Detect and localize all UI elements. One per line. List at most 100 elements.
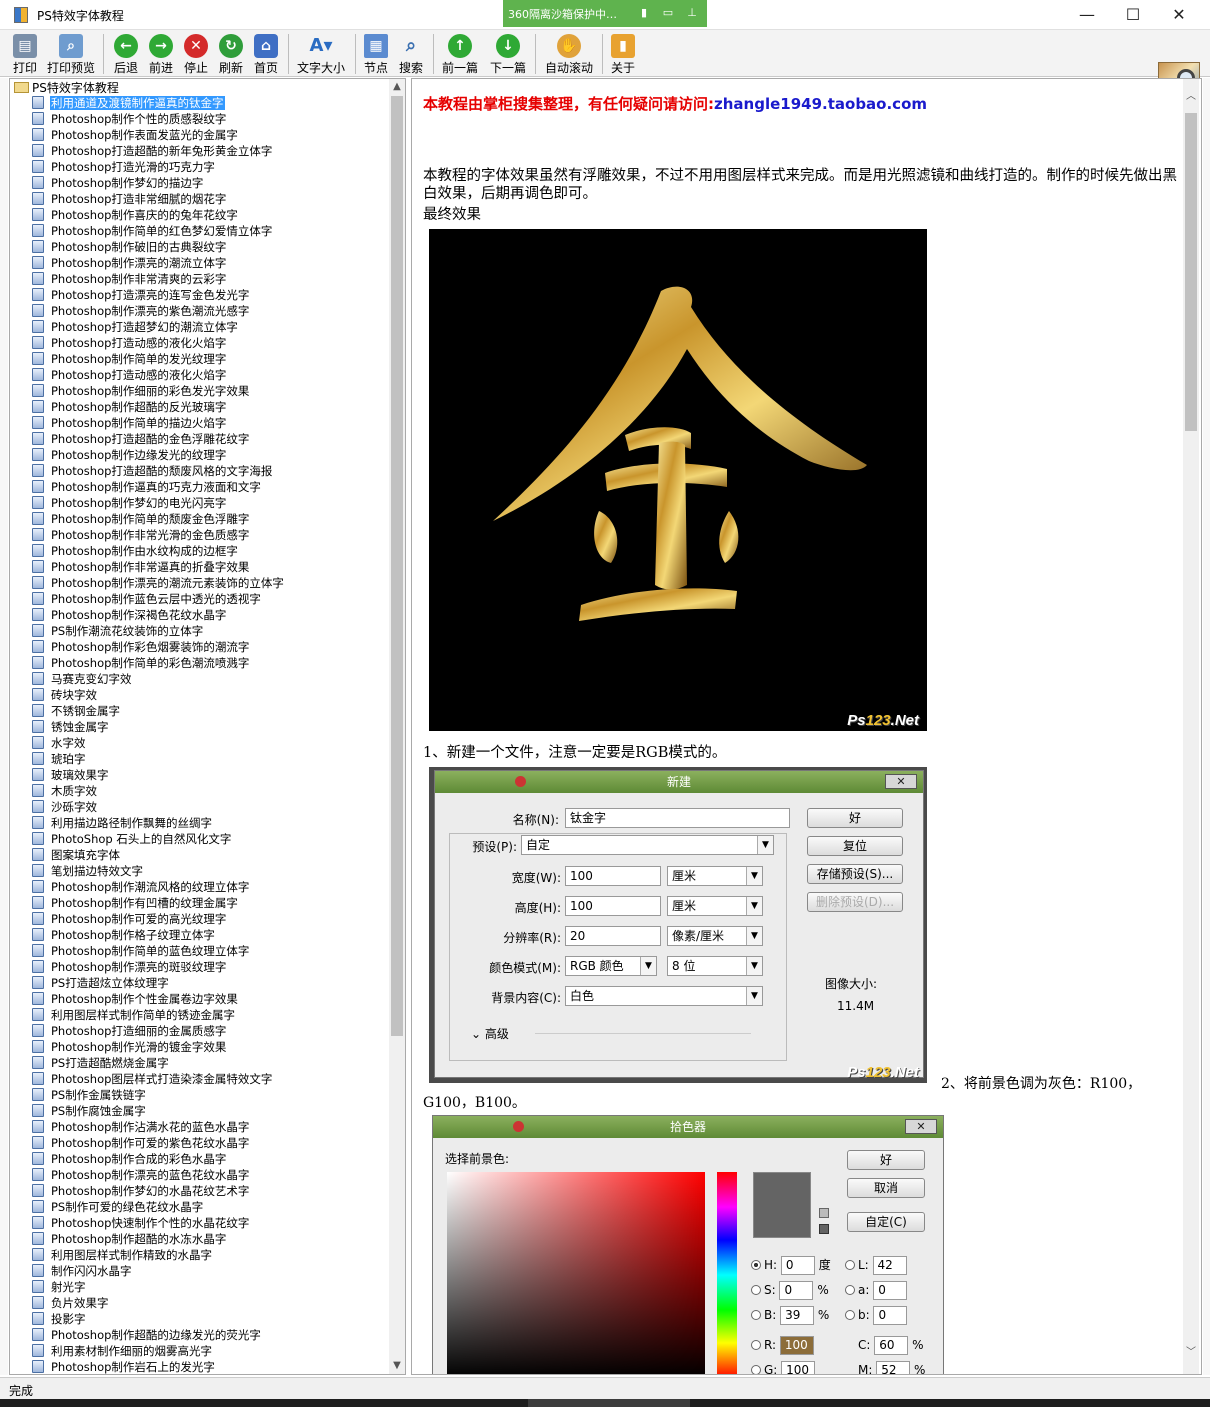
tree-item[interactable]: 锈蚀金属字 xyxy=(32,719,285,735)
tree-item[interactable]: Photoshop制作个性金属卷边字效果 xyxy=(32,991,285,1007)
print-button[interactable]: ▤ 打印 xyxy=(12,32,38,75)
tree-item[interactable]: Photoshop制作边缘发光的纹理字 xyxy=(32,447,285,463)
tree-item[interactable]: Photoshop制作简单的彩色潮流喷溅字 xyxy=(32,655,285,671)
about-button[interactable]: ▮ 关于 xyxy=(610,32,636,75)
scroll-thumb[interactable] xyxy=(391,96,403,1036)
tree-item[interactable]: 图案填充字体 xyxy=(32,847,285,863)
tree-item[interactable]: Photoshop制作超酷的水冻水晶字 xyxy=(32,1231,285,1247)
tree-item[interactable]: 利用通道及渡镜制作逼真的钛金字 xyxy=(32,95,285,111)
saturation-row[interactable]: S: 0 % xyxy=(751,1281,829,1300)
magenta-row[interactable]: M: 52 % xyxy=(858,1361,925,1374)
tree-item[interactable]: Photoshop制作简单的发光纹理字 xyxy=(32,351,285,367)
tree-item[interactable]: 沙砾字效 xyxy=(32,799,285,815)
tree-item[interactable]: PS制作潮流花纹装饰的立体字 xyxy=(32,623,285,639)
tree-item[interactable]: Photoshop制作梦幻的电光闪亮字 xyxy=(32,495,285,511)
tree-item[interactable]: PS制作可爱的绿色花纹水晶字 xyxy=(32,1199,285,1215)
article-view[interactable]: 本教程由掌柜搜集整理，有任何疑问请访问:zhangle1949.taobao.c… xyxy=(411,78,1202,1375)
auto-scroll-button[interactable]: ✋ 自动滚动 xyxy=(543,32,595,75)
tree-item[interactable]: Photoshop制作沾满水花的蓝色水晶字 xyxy=(32,1119,285,1135)
tree-item[interactable]: Photoshop制作简单的红色梦幻爱情立体字 xyxy=(32,223,285,239)
background-select[interactable]: 白色 ▼ xyxy=(565,986,763,1006)
tree-item[interactable]: Photoshop打造超酷的新年兔形黄金立体字 xyxy=(32,143,285,159)
tree-item[interactable]: PhotoShop 石头上的自然风化文字 xyxy=(32,831,285,847)
tree-item[interactable]: 投影字 xyxy=(32,1311,285,1327)
tree-item[interactable]: Photoshop打造超梦幻的潮流立体字 xyxy=(32,319,285,335)
scroll-up-icon[interactable]: ︿ xyxy=(1183,89,1199,105)
picker-close-button[interactable]: ✕ xyxy=(905,1119,937,1134)
tree-item[interactable]: 木质字效 xyxy=(32,783,285,799)
scroll-thumb[interactable] xyxy=(1185,113,1197,431)
hue-slider[interactable] xyxy=(717,1172,737,1374)
scroll-up-icon[interactable]: ▲ xyxy=(389,79,405,95)
tree-root[interactable]: PS特效字体教程 xyxy=(14,79,119,95)
tree-item[interactable]: Photoshop制作超酷的反光玻璃字 xyxy=(32,399,285,415)
next-article-button[interactable]: ↓ 下一篇 xyxy=(488,32,528,75)
tree-item[interactable]: Photoshop制作非常光滑的金色质感字 xyxy=(32,527,285,543)
tree-item[interactable]: Photoshop制作超酷的边缘发光的荧光字 xyxy=(32,1327,285,1343)
tree-item[interactable]: Photoshop制作非常逼真的折叠字效果 xyxy=(32,559,285,575)
tree-item[interactable]: 马赛克变幻字效 xyxy=(32,671,285,687)
reset-button[interactable]: 复位 xyxy=(807,836,903,856)
tree-item[interactable]: Photoshop打造光滑的巧克力字 xyxy=(32,159,285,175)
tree-item[interactable]: Photoshop制作格子纹理立体字 xyxy=(32,927,285,943)
maximize-button[interactable]: ☐ xyxy=(1118,4,1148,26)
tree-item[interactable]: Photoshop制作蓝色云层中透光的透视字 xyxy=(32,591,285,607)
tree-item[interactable]: Photoshop制作合成的彩色水晶字 xyxy=(32,1151,285,1167)
dialog-close-button[interactable]: ✕ xyxy=(885,774,917,789)
hue-row[interactable]: H: 0 度 xyxy=(751,1256,831,1275)
tree-item[interactable]: Photoshop制作由水纹构成的边框字 xyxy=(32,543,285,559)
tree-item[interactable]: 负片效果字 xyxy=(32,1295,285,1311)
tree-item[interactable]: PS制作金属铁链字 xyxy=(32,1087,285,1103)
tree-item[interactable]: Photoshop制作深褐色花纹水晶字 xyxy=(32,607,285,623)
tree-item[interactable]: 利用图层样式制作精致的水晶字 xyxy=(32,1247,285,1263)
preset-select[interactable]: 自定 ▼ xyxy=(521,835,774,855)
tree-item[interactable]: 利用图层样式制作简单的锈迹金属字 xyxy=(32,1007,285,1023)
resolution-unit-select[interactable]: 像素/厘米 ▼ xyxy=(667,926,763,946)
red-row[interactable]: R: 100 xyxy=(751,1336,814,1355)
sandbox-banner[interactable]: 360隔离沙箱保护中… ▮ ▭ ⊥ xyxy=(503,0,707,27)
home-button[interactable]: ⌂ 首页 xyxy=(253,32,279,75)
resolution-field[interactable]: 20 xyxy=(565,926,661,946)
content-scrollbar[interactable]: ︿ ﹀ xyxy=(1183,79,1199,1374)
tree-item[interactable]: Photoshop制作漂亮的紫色潮流光感字 xyxy=(32,303,285,319)
name-field[interactable]: 钛金字 xyxy=(565,808,790,828)
width-field[interactable]: 100 xyxy=(565,866,661,886)
tree-item[interactable]: Photoshop打造细丽的金属质感字 xyxy=(32,1023,285,1039)
tree-item[interactable]: Photoshop制作个性的质感裂纹字 xyxy=(32,111,285,127)
tree-item[interactable]: 水字效 xyxy=(32,735,285,751)
tree-item[interactable]: Photoshop打造漂亮的连写金色发光字 xyxy=(32,287,285,303)
tree-item[interactable]: Photoshop制作漂亮的斑驳纹理字 xyxy=(32,959,285,975)
tree-item[interactable]: Photoshop制作漂亮的潮流元素装饰的立体字 xyxy=(32,575,285,591)
close-button[interactable]: ✕ xyxy=(1164,4,1194,26)
article-tree[interactable]: PS特效字体教程 利用通道及渡镜制作逼真的钛金字 Photoshop制作个性的质感… xyxy=(9,78,406,1375)
tree-item[interactable]: Photoshop打造超酷的颓废风格的文字海报 xyxy=(32,463,285,479)
pin-icon[interactable]: ⊥ xyxy=(685,6,699,19)
shop-link[interactable]: zhangle1949.taobao.com xyxy=(714,95,927,113)
tree-item[interactable]: Photoshop制作彩色烟雾装饰的潮流字 xyxy=(32,639,285,655)
print-preview-button[interactable]: ⌕ 打印预览 xyxy=(46,32,96,75)
tree-item[interactable]: Photoshop制作梦幻的描边字 xyxy=(32,175,285,191)
bit-depth-select[interactable]: 8 位 ▼ xyxy=(667,956,763,976)
tree-item[interactable]: Photoshop快速制作个性的水晶花纹字 xyxy=(32,1215,285,1231)
height-field[interactable]: 100 xyxy=(565,896,661,916)
tree-item[interactable]: 玻璃效果字 xyxy=(32,767,285,783)
save-preset-button[interactable]: 存储预设(S)... xyxy=(807,864,903,884)
scroll-down-icon[interactable]: ▼ xyxy=(389,1358,405,1374)
search-button[interactable]: ⌕ 搜索 xyxy=(398,32,424,75)
prev-article-button[interactable]: ↑ 前一篇 xyxy=(440,32,480,75)
tree-item[interactable]: Photoshop制作喜庆的的兔年花纹字 xyxy=(32,207,285,223)
picker-ok-button[interactable]: 好 xyxy=(847,1150,925,1170)
tree-item[interactable]: Photoshop制作表面发蓝光的金属字 xyxy=(32,127,285,143)
brightness-row[interactable]: B: 39 % xyxy=(751,1306,829,1325)
tree-scrollbar[interactable]: ▲ ▼ xyxy=(389,79,405,1374)
tree-item[interactable]: Photoshop制作梦幻的水晶花纹艺术字 xyxy=(32,1183,285,1199)
tree-item[interactable]: 不锈钢金属字 xyxy=(32,703,285,719)
green-row[interactable]: G: 100 xyxy=(751,1361,816,1374)
tree-item[interactable]: PS打造超酷燃烧金属字 xyxy=(32,1055,285,1071)
scroll-down-icon[interactable]: ﹀ xyxy=(1183,1345,1199,1361)
height-unit-select[interactable]: 厘米 ▼ xyxy=(667,896,763,916)
advanced-toggle[interactable]: ⌄ 高级 xyxy=(471,1025,509,1042)
node-button[interactable]: ▦ 节点 xyxy=(363,32,389,75)
tree-item[interactable]: Photoshop制作逼真的巧克力液面和文字 xyxy=(32,479,285,495)
color-field[interactable] xyxy=(447,1172,705,1374)
